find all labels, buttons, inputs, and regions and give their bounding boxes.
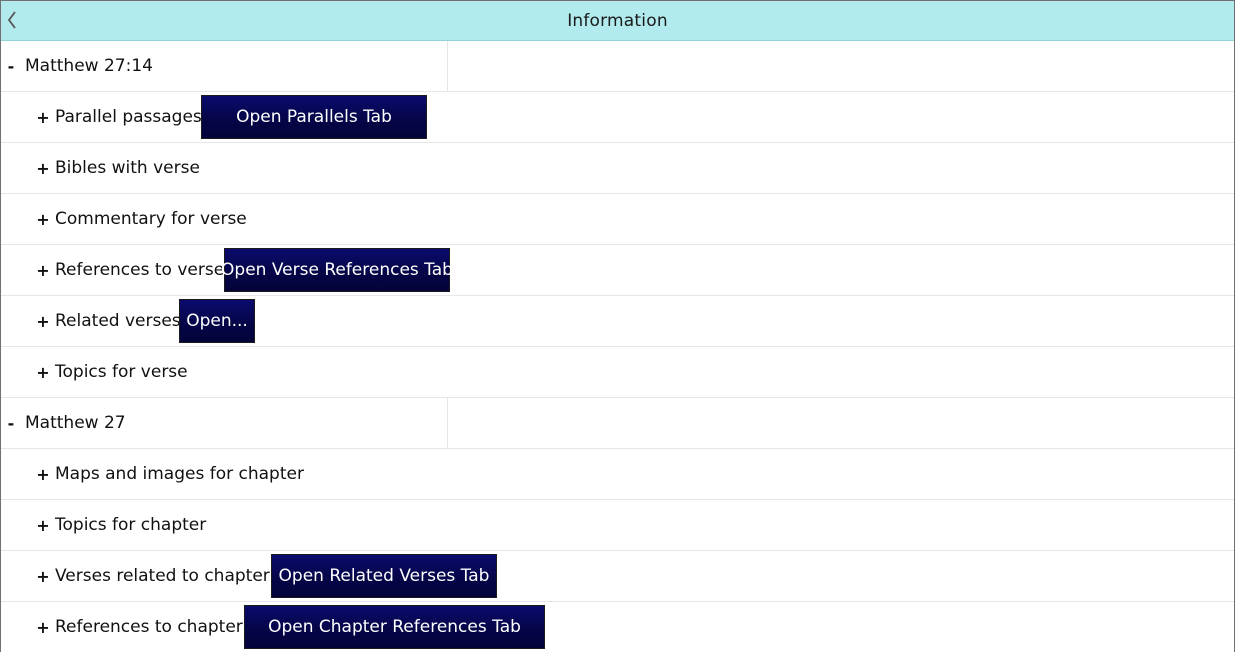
- tree-item-bibles-with-verse[interactable]: + Bibles with verse: [1, 143, 1234, 194]
- chevron-left-icon: [7, 11, 16, 29]
- tree-item-label: Topics for verse: [55, 362, 188, 382]
- section-label-verse: Matthew 27:14: [25, 56, 153, 76]
- expand-toggle[interactable]: +: [36, 465, 50, 484]
- expand-toggle[interactable]: +: [36, 210, 50, 229]
- tree-item-topics-for-verse[interactable]: + Topics for verse: [1, 347, 1234, 398]
- tree-item-label: References to verse: [55, 260, 225, 280]
- expand-toggle[interactable]: +: [36, 516, 50, 535]
- expand-toggle[interactable]: +: [36, 159, 50, 178]
- open-verse-references-tab-button[interactable]: Open Verse References Tab: [221, 248, 453, 292]
- column-divider: [447, 41, 448, 91]
- column-divider: [447, 398, 448, 448]
- window-title: Information: [567, 10, 668, 31]
- open-related-verses-button[interactable]: Open...: [179, 299, 255, 343]
- open-chapter-references-tab-button[interactable]: Open Chapter References Tab: [244, 605, 545, 649]
- tree-item-label: Related verses: [55, 311, 181, 331]
- tree-item-label: References to chapter: [55, 617, 243, 637]
- tree-item-commentary-for-verse[interactable]: + Commentary for verse: [1, 194, 1234, 245]
- tree-item-references-to-verse[interactable]: + References to verse Open Verse Referen…: [1, 245, 1234, 296]
- expand-toggle[interactable]: +: [36, 567, 50, 586]
- expand-toggle[interactable]: +: [36, 312, 50, 331]
- tree-item-label: Verses related to chapter: [55, 566, 270, 586]
- back-button[interactable]: [5, 8, 19, 32]
- tree-item-related-verses[interactable]: + Related verses Open...: [1, 296, 1234, 347]
- tree-item-parallel-passages[interactable]: + Parallel passages Open Parallels Tab: [1, 92, 1234, 143]
- tree-item-label: Parallel passages: [55, 107, 202, 127]
- information-window: Information - Matthew 27:14 + Parallel p…: [0, 0, 1235, 652]
- expand-toggle[interactable]: +: [36, 261, 50, 280]
- tree-item-label: Commentary for verse: [55, 209, 247, 229]
- expand-toggle[interactable]: +: [36, 363, 50, 382]
- open-related-verses-tab-button[interactable]: Open Related Verses Tab: [271, 554, 497, 598]
- tree-item-topics-for-chapter[interactable]: + Topics for chapter: [1, 500, 1234, 551]
- title-bar: Information: [1, 1, 1234, 41]
- tree-item-label: Topics for chapter: [55, 515, 207, 535]
- section-verse[interactable]: - Matthew 27:14: [1, 41, 1234, 92]
- section-chapter[interactable]: - Matthew 27: [1, 398, 1234, 449]
- collapse-toggle[interactable]: -: [4, 414, 18, 433]
- expand-toggle[interactable]: +: [36, 108, 50, 127]
- tree-item-verses-related-to-chapter[interactable]: + Verses related to chapter Open Related…: [1, 551, 1234, 602]
- tree-item-label: Bibles with verse: [55, 158, 200, 178]
- tree-item-maps-and-images[interactable]: + Maps and images for chapter: [1, 449, 1234, 500]
- tree-item-references-to-chapter[interactable]: + References to chapter Open Chapter Ref…: [1, 602, 1234, 652]
- section-label-chapter: Matthew 27: [25, 413, 126, 433]
- collapse-toggle[interactable]: -: [4, 57, 18, 76]
- open-parallels-tab-button[interactable]: Open Parallels Tab: [201, 95, 427, 139]
- tree-item-label: Maps and images for chapter: [55, 464, 304, 484]
- expand-toggle[interactable]: +: [36, 618, 50, 637]
